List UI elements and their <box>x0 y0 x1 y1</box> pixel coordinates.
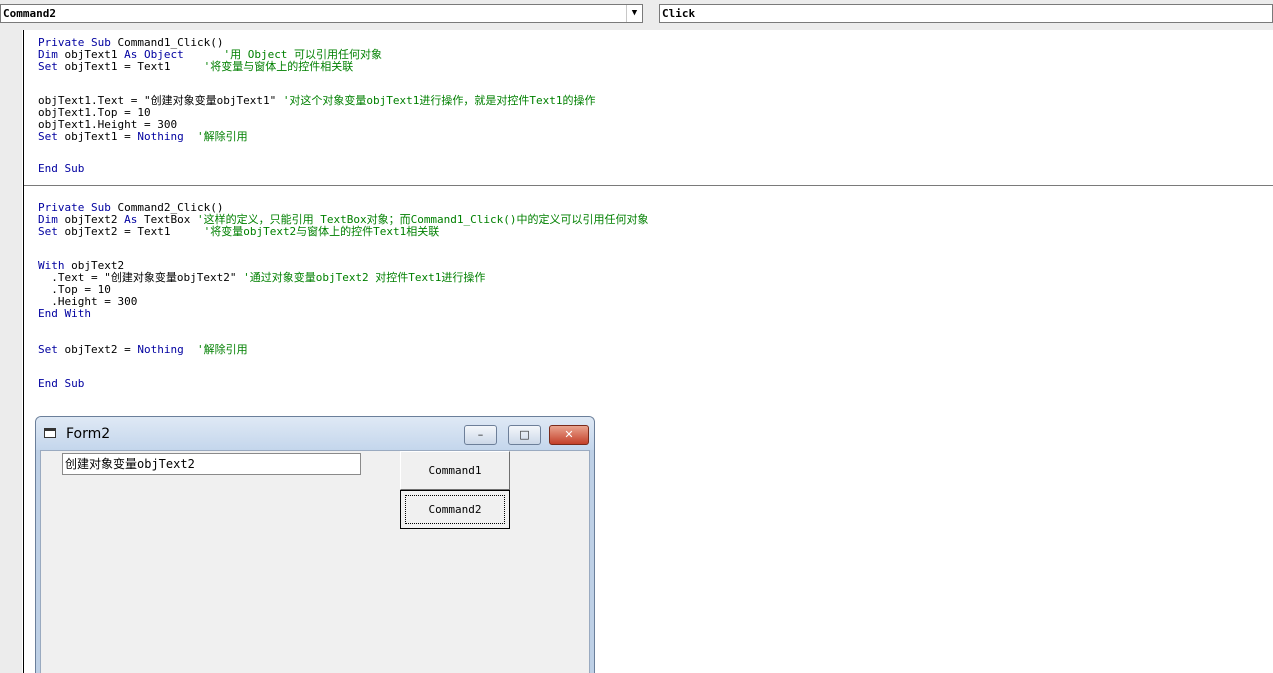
code-comment: '对这个对象变量objText1进行操作，就是对控件Text1的操作 <box>282 94 596 107</box>
command2-label: Command2 <box>428 503 482 516</box>
code-keyword: End Sub <box>38 377 85 390</box>
command1-label: Command1 <box>428 464 482 477</box>
maximize-button[interactable]: □ <box>508 425 541 445</box>
procedure-combo-value: Click <box>662 7 696 20</box>
code-comment: '解除引用 <box>183 343 248 356</box>
code-keyword: End Sub <box>38 162 85 175</box>
code-line[interactable]: .Height = 300 <box>38 296 137 307</box>
code-line[interactable]: objText1.Height = 300 <box>38 119 177 130</box>
minimize-icon: – <box>477 428 484 441</box>
form-title: Form2 <box>66 426 111 442</box>
text1-value: 创建对象变量objText2 <box>65 457 195 471</box>
form2-window[interactable]: Form2 – □ ✕ 创建对象变量objText2 Command1 Comm… <box>35 416 595 673</box>
code-text: objText1 = Text1 <box>64 60 171 73</box>
code-keyword: End With <box>38 307 91 320</box>
code-keyword: Set <box>38 225 65 238</box>
text1-textbox[interactable]: 创建对象变量objText2 <box>62 453 361 475</box>
maximize-icon: □ <box>519 428 530 441</box>
dropdown-arrow-icon[interactable]: ▼ <box>626 5 642 22</box>
code-comment: '将变量与窗体上的控件相关联 <box>170 60 354 73</box>
minimize-button[interactable]: – <box>464 425 497 445</box>
code-keyword: Nothing <box>137 343 184 356</box>
code-comment: '解除引用 <box>183 130 248 143</box>
code-comment: '通过对象变量objText2 对控件Text1进行操作 <box>243 271 486 284</box>
code-line[interactable]: .Top = 10 <box>38 284 111 295</box>
code-keyword: Set <box>38 130 65 143</box>
code-line[interactable]: Set objText1 = Text1 '将变量与窗体上的控件相关联 <box>38 61 353 72</box>
code-keyword: Set <box>38 343 65 356</box>
code-line[interactable]: Private Sub Command2_Click() <box>38 202 223 213</box>
close-icon: ✕ <box>564 428 574 441</box>
code-margin <box>0 30 22 673</box>
close-button[interactable]: ✕ <box>549 425 589 445</box>
form-client-area: 创建对象变量objText2 Command1 Command2 <box>40 450 590 673</box>
code-text: objText1 = <box>64 130 138 143</box>
code-window-toolbar: Command2 ▼ Click <box>0 0 1273 30</box>
code-line[interactable]: Set objText2 = Nothing '解除引用 <box>38 344 248 355</box>
code-line[interactable]: End With <box>38 308 91 319</box>
code-line[interactable]: Dim objText2 As TextBox '这样的定义，只能引用 Text… <box>38 214 649 225</box>
code-line[interactable]: .Text = "创建对象变量objText2" '通过对象变量objText2… <box>38 272 485 283</box>
code-line[interactable]: objText1.Top = 10 <box>38 107 151 118</box>
code-text: objText2 = <box>64 343 138 356</box>
code-line[interactable]: Set objText2 = Text1 '将变量objText2与窗体上的控件… <box>38 226 439 237</box>
form-icon <box>44 428 56 438</box>
code-comment: '将变量objText2与窗体上的控件Text1相关联 <box>170 225 440 238</box>
code-line[interactable]: Dim objText1 As Object '用 Object 可以引用任何对… <box>38 49 382 60</box>
code-line[interactable]: With objText2 <box>38 260 124 271</box>
object-combo-value: Command2 <box>3 7 56 20</box>
code-line[interactable]: Private Sub Command1_Click() <box>38 37 223 48</box>
object-combo[interactable]: Command2 ▼ <box>0 4 643 23</box>
command2-button[interactable]: Command2 <box>400 490 510 529</box>
code-keyword: Set <box>38 60 65 73</box>
code-text: objText2 = Text1 <box>64 225 171 238</box>
procedure-combo[interactable]: Click <box>659 4 1273 23</box>
code-keyword: Nothing <box>137 130 184 143</box>
code-line[interactable]: objText1.Text = "创建对象变量objText1" '对这个对象变… <box>38 95 596 106</box>
code-line[interactable]: Set objText1 = Nothing '解除引用 <box>38 131 248 142</box>
code-line[interactable]: End Sub <box>38 378 84 389</box>
command1-button[interactable]: Command1 <box>400 451 510 490</box>
form2-titlebar[interactable]: Form2 – □ ✕ <box>36 417 594 450</box>
procedure-separator <box>24 185 1273 186</box>
code-line[interactable]: End Sub <box>38 163 84 174</box>
